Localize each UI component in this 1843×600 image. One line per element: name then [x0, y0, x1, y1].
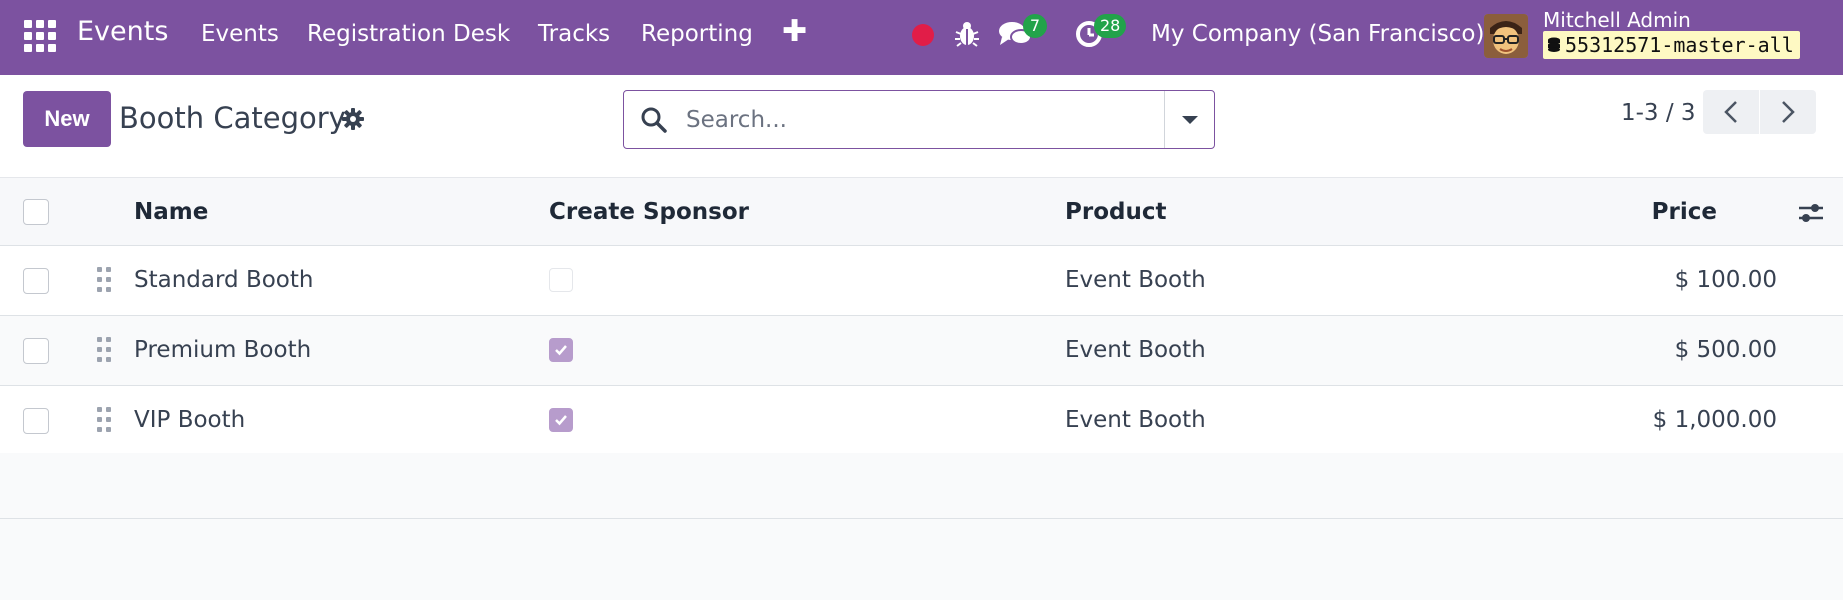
drag-handle-icon[interactable] [97, 337, 111, 363]
plus-icon[interactable]: ✚ [782, 14, 807, 49]
table-row[interactable]: Premium Booth Event Booth $ 500.00 [0, 316, 1843, 386]
column-header-product[interactable]: Product [1065, 199, 1166, 225]
cell-product: Event Booth [1065, 267, 1206, 293]
optional-columns-icon[interactable] [1797, 200, 1825, 226]
cell-price: $ 500.00 [1674, 337, 1777, 363]
chat-badge: 7 [1023, 14, 1047, 38]
select-all-checkbox[interactable] [23, 199, 49, 225]
menu-item-registration-desk[interactable]: Registration Desk [307, 21, 510, 47]
search-input[interactable] [686, 103, 1136, 137]
search-options-toggle[interactable] [1164, 91, 1214, 148]
pager-value[interactable]: 1-3 / 3 [1621, 100, 1696, 126]
table-header: Name Create Sponsor Product Price [0, 178, 1843, 246]
row-select-checkbox[interactable] [23, 268, 49, 294]
cell-name: Standard Booth [134, 267, 314, 293]
page-title: Booth Category [119, 101, 346, 135]
empty-list-area [0, 453, 1843, 519]
cell-price: $ 100.00 [1674, 267, 1777, 293]
activity-badge: 28 [1094, 14, 1127, 38]
drag-handle-icon[interactable] [97, 267, 111, 293]
database-tag: 55312571-master-all [1543, 31, 1800, 59]
database-name: 55312571-master-all [1565, 33, 1794, 57]
gear-icon[interactable] [341, 107, 365, 131]
chevron-right-icon [1782, 101, 1795, 123]
create-sponsor-checkbox [549, 268, 573, 292]
new-button[interactable]: New [23, 91, 111, 147]
search-box [623, 90, 1215, 149]
column-header-price[interactable]: Price [1652, 199, 1717, 225]
top-navbar: Events Events Registration Desk Tracks R… [0, 0, 1843, 75]
control-panel: New Booth Category 1-3 / 3 [0, 75, 1843, 178]
bug-icon[interactable] [954, 20, 980, 48]
search-icon [641, 107, 667, 133]
table-row[interactable]: VIP Booth Event Booth $ 1,000.00 [0, 386, 1843, 456]
drag-handle-icon[interactable] [97, 407, 111, 433]
cell-price: $ 1,000.00 [1652, 407, 1777, 433]
apps-menu-icon[interactable] [24, 20, 56, 52]
check-icon [555, 345, 567, 356]
row-select-checkbox[interactable] [23, 408, 49, 434]
cell-name: Premium Booth [134, 337, 312, 363]
cell-name: VIP Booth [134, 407, 246, 433]
menu-item-reporting[interactable]: Reporting [641, 21, 753, 47]
chevron-left-icon [1724, 101, 1737, 123]
check-icon [555, 415, 567, 426]
user-avatar[interactable] [1484, 14, 1528, 58]
column-header-name[interactable]: Name [134, 199, 208, 225]
create-sponsor-checkbox [549, 408, 573, 432]
cell-product: Event Booth [1065, 337, 1206, 363]
record-icon[interactable] [912, 24, 934, 46]
menu-item-tracks[interactable]: Tracks [538, 21, 610, 47]
pager-next-button[interactable] [1760, 90, 1816, 134]
caret-down-icon [1181, 115, 1198, 124]
table-row[interactable]: Standard Booth Event Booth $ 100.00 [0, 246, 1843, 316]
database-icon [1548, 37, 1560, 52]
create-sponsor-checkbox [549, 338, 573, 362]
app-name[interactable]: Events [77, 16, 168, 47]
cell-product: Event Booth [1065, 407, 1206, 433]
menu-item-events[interactable]: Events [201, 21, 279, 47]
user-name[interactable]: Mitchell Admin [1543, 8, 1691, 32]
row-select-checkbox[interactable] [23, 338, 49, 364]
column-header-create-sponsor[interactable]: Create Sponsor [549, 199, 749, 225]
company-switcher[interactable]: My Company (San Francisco) [1151, 21, 1484, 47]
pager-previous-button[interactable] [1703, 90, 1759, 134]
